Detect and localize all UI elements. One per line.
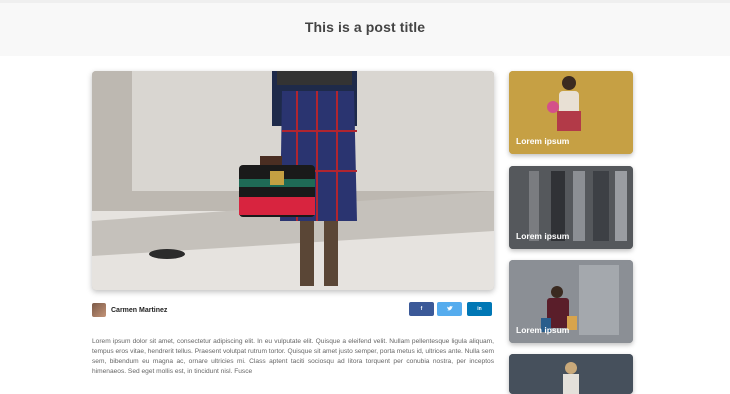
twitter-share-button[interactable] xyxy=(437,302,462,316)
post-body: Lorem ipsum dolor sit amet, consectetur … xyxy=(92,338,494,375)
sidebar-card-label: Lorem ipsum xyxy=(516,231,570,241)
sidebar-card-label: Lorem ipsum xyxy=(516,136,570,146)
facebook-icon: f xyxy=(420,306,423,312)
page-title: This is a post title xyxy=(304,19,426,35)
sidebar-card[interactable] xyxy=(509,354,633,394)
facebook-share-button[interactable]: f xyxy=(409,302,434,316)
page-header: This is a post title xyxy=(0,0,730,56)
twitter-icon xyxy=(446,305,453,313)
sidebar-card-image xyxy=(509,354,633,394)
sidebar-card-label: Lorem ipsum xyxy=(516,325,570,335)
hero-image xyxy=(92,71,494,290)
linkedin-icon: in xyxy=(477,306,482,312)
sidebar-card[interactable]: Lorem ipsum xyxy=(509,71,633,154)
author-name: Carmen Martinez xyxy=(111,306,168,314)
sidebar-card[interactable]: Lorem ipsum xyxy=(509,166,633,249)
sidebar-card[interactable]: Lorem ipsum xyxy=(509,260,633,343)
author-byline: Carmen Martinez xyxy=(92,302,167,318)
linkedin-share-button[interactable]: in xyxy=(467,302,492,316)
author-avatar xyxy=(92,303,106,317)
